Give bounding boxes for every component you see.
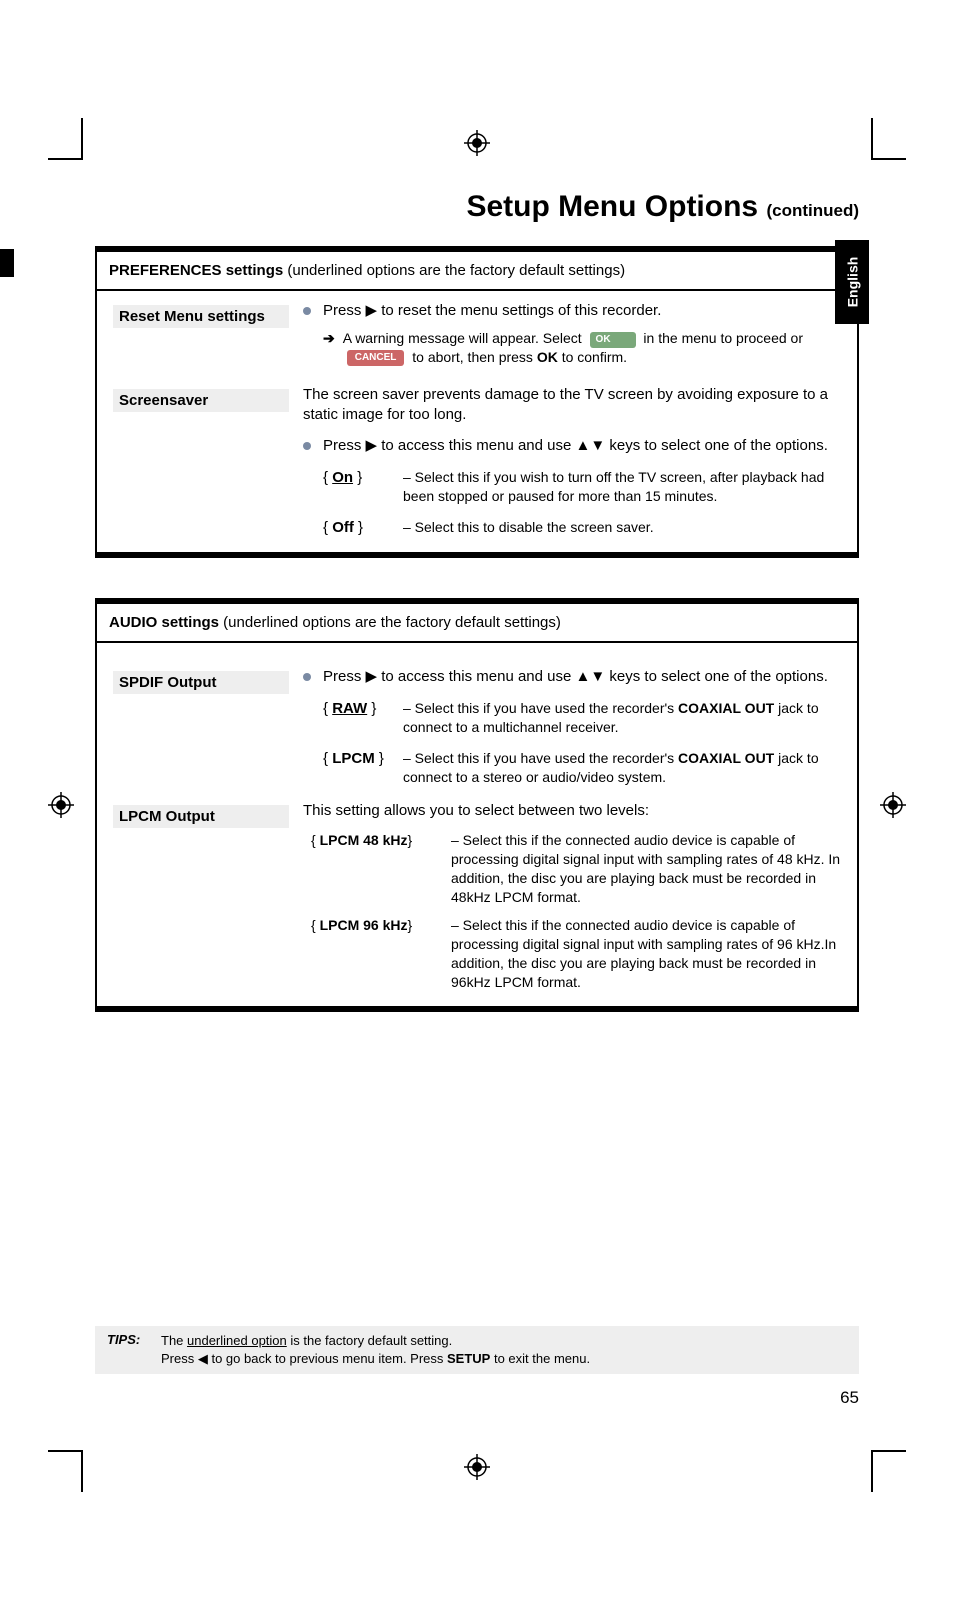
crop-mark: [871, 1450, 873, 1492]
play-right-icon: ▶: [366, 668, 378, 685]
tips-label: TIPS:: [107, 1332, 161, 1368]
screensaver-access: Press ▶ to access this menu and use ▲▼ k…: [323, 436, 828, 456]
down-icon: ▼: [590, 668, 605, 685]
crop-mark: [872, 1450, 906, 1452]
option-lpcm: { LPCM } – Select this if you have used …: [323, 749, 847, 787]
title-main: Setup Menu Options: [466, 190, 758, 223]
language-label: English: [844, 257, 860, 308]
page-number: 65: [840, 1388, 859, 1408]
screensaver-intro: The screen saver prevents damage to the …: [303, 385, 847, 426]
cancel-pill: CANCEL: [347, 350, 405, 366]
play-right-icon: ▶: [366, 437, 378, 454]
crop-mark: [81, 118, 83, 160]
tips-bar: TIPS: The underlined option is the facto…: [95, 1326, 859, 1374]
bullet-icon: [303, 307, 311, 315]
language-tab: English: [835, 240, 869, 324]
lpcm-intro: This setting allows you to select betwee…: [303, 801, 847, 821]
spdif-access: Press ▶ to access this menu and use ▲▼ k…: [323, 667, 828, 687]
lpcm-output-row: LPCM Output This setting allows you to s…: [97, 801, 857, 1006]
down-icon: ▼: [590, 437, 605, 454]
up-icon: ▲: [576, 437, 591, 454]
arrow-right-icon: ➔: [323, 329, 335, 367]
crop-mark: [871, 118, 873, 160]
audio-header-bold: AUDIO settings: [109, 614, 219, 631]
preferences-header-bold: PREFERENCES settings: [109, 262, 283, 279]
option-on: { On } – Select this if you wish to turn…: [323, 468, 847, 506]
registration-mark-icon: [880, 792, 906, 818]
registration-mark-icon: [464, 1454, 490, 1480]
page-title: Setup Menu Options (continued): [95, 190, 859, 224]
preferences-header: PREFERENCES settings (underlined options…: [97, 252, 857, 291]
preferences-box: PREFERENCES settings (underlined options…: [95, 246, 859, 558]
reset-line1: Press ▶ to reset the menu settings of th…: [323, 301, 661, 321]
play-left-icon: ◀: [198, 1351, 208, 1366]
crop-mark: [48, 1450, 82, 1452]
audio-box: AUDIO settings (underlined options are t…: [95, 598, 859, 1012]
play-right-icon: ▶: [366, 302, 378, 319]
reset-row: Reset Menu settings Press ▶ to reset the…: [97, 291, 857, 381]
screensaver-label: Screensaver: [113, 389, 289, 412]
title-sub: (continued): [766, 201, 859, 220]
spdif-label: SPDIF Output: [113, 671, 289, 694]
tips-line1: The underlined option is the factory def…: [161, 1332, 847, 1350]
crop-mark: [872, 158, 906, 160]
option-lpcm48: { LPCM 48 kHz} – Select this if the conn…: [311, 831, 847, 907]
up-icon: ▲: [576, 668, 591, 685]
reset-warning: ➔ A warning message will appear. Select …: [323, 329, 847, 367]
option-off: { Off } – Select this to disable the scr…: [323, 518, 847, 538]
bullet-icon: [303, 673, 311, 681]
option-lpcm96: { LPCM 96 kHz} – Select this if the conn…: [311, 916, 847, 992]
bullet-icon: [303, 442, 311, 450]
preferences-header-rest: (underlined options are the factory defa…: [283, 262, 625, 279]
reset-label: Reset Menu settings: [113, 305, 289, 328]
edge-bar: [0, 249, 14, 277]
audio-header: AUDIO settings (underlined options are t…: [97, 604, 857, 643]
spdif-row: SPDIF Output Press ▶ to access this menu…: [97, 643, 857, 801]
crop-mark: [48, 158, 82, 160]
tips-line2: Press ◀ to go back to previous menu item…: [161, 1350, 847, 1368]
audio-header-rest: (underlined options are the factory defa…: [219, 614, 561, 631]
ok-pill: OK: [590, 332, 636, 348]
registration-mark-icon: [48, 792, 74, 818]
option-raw: { RAW } – Select this if you have used t…: [323, 699, 847, 737]
lpcm-output-label: LPCM Output: [113, 805, 289, 828]
screensaver-row: Screensaver The screen saver prevents da…: [97, 381, 857, 552]
registration-mark-icon: [464, 130, 490, 156]
crop-mark: [81, 1450, 83, 1492]
